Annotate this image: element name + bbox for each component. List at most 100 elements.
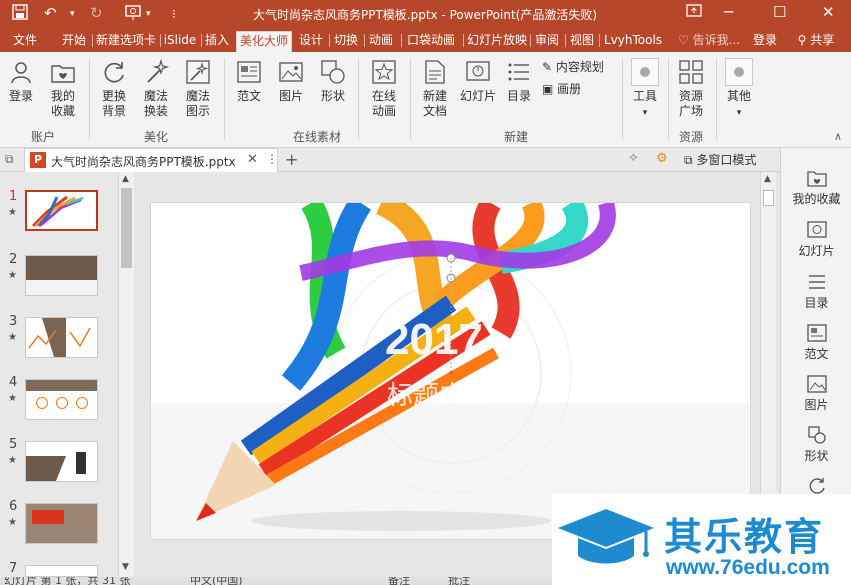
tab-menu-icon[interactable]: ⧉ bbox=[5, 152, 14, 167]
close-icon[interactable]: ✕ bbox=[822, 3, 835, 21]
maximize-icon[interactable]: ☐ bbox=[773, 3, 786, 21]
scroll-thumb[interactable] bbox=[121, 188, 132, 268]
comments-button[interactable]: 批注 bbox=[448, 577, 470, 585]
thumbnail-scrollbar[interactable]: ▲ ▼ bbox=[118, 172, 134, 577]
pane-templates[interactable]: 范文 bbox=[781, 323, 851, 362]
slide-artwork bbox=[151, 203, 750, 539]
slide-thumbnail-1[interactable] bbox=[25, 190, 98, 231]
tab-insert[interactable]: 插入 bbox=[202, 31, 232, 52]
tab-design[interactable]: 设计 bbox=[296, 31, 326, 52]
template-button[interactable]: 范文 bbox=[232, 58, 266, 104]
animation-star-icon: ★ bbox=[8, 207, 17, 218]
presenter-dropdown-icon[interactable]: ▾ bbox=[146, 9, 151, 19]
undo-dropdown-icon[interactable]: ▾ bbox=[70, 9, 75, 19]
language-text[interactable]: 中文(中国) bbox=[190, 577, 243, 585]
tab-more-icon[interactable]: ⋮ bbox=[266, 152, 278, 166]
scroll-down-icon[interactable]: ▼ bbox=[122, 562, 129, 572]
my-favorites-button[interactable]: 我的 收藏 bbox=[44, 58, 82, 119]
ribbon: 登录 我的 收藏 账户 更换 背景 魔法 换装 魔法 图示 美化 范文 图片 形… bbox=[0, 52, 851, 148]
login-button[interactable]: 登录 bbox=[4, 58, 38, 104]
change-background-button[interactable]: 更换 背景 bbox=[96, 58, 132, 119]
album-label: 画册 bbox=[557, 82, 582, 96]
document-layout-icon bbox=[806, 324, 827, 342]
slide-thumbnail-7[interactable] bbox=[25, 565, 98, 577]
tab-home[interactable]: 开始 bbox=[56, 31, 92, 52]
document-tab[interactable]: P 大气时尚杂志风商务PPT模板.pptx ✕ ⋮ bbox=[24, 148, 278, 172]
album-icon: ▣ bbox=[542, 82, 554, 96]
customize-icon[interactable]: ⁝ bbox=[172, 7, 176, 21]
tab-transitions[interactable]: 切换 bbox=[331, 31, 361, 52]
settings-gear-icon[interactable]: ⚙ bbox=[656, 151, 668, 166]
undo-icon[interactable]: ↶ bbox=[44, 4, 57, 22]
group-label-beautify: 美化 bbox=[143, 130, 168, 144]
close-tab-icon[interactable]: ✕ bbox=[247, 152, 258, 167]
slide-button[interactable]: 幻灯片 bbox=[458, 58, 498, 104]
pane-toc[interactable]: 目录 bbox=[781, 272, 851, 311]
toc-button[interactable]: 目录 bbox=[504, 58, 534, 104]
pane-slides[interactable]: 幻灯片 bbox=[781, 220, 851, 259]
login-link[interactable]: 登录 bbox=[748, 31, 782, 52]
tools-button[interactable]: 工具 ▾ bbox=[628, 58, 662, 121]
tab-file[interactable]: 文件 bbox=[4, 31, 46, 52]
online-animation-button[interactable]: 在线 动画 bbox=[366, 58, 402, 119]
other-label: 其他 bbox=[726, 89, 751, 103]
slide-thumbnail-3[interactable] bbox=[25, 317, 98, 358]
collapse-ribbon-icon[interactable]: ∧ bbox=[834, 130, 842, 143]
pane-pictures[interactable]: 图片 bbox=[781, 374, 851, 413]
slide-year[interactable]: 2017 bbox=[385, 315, 483, 365]
tab-islide[interactable]: iSlide bbox=[160, 31, 200, 52]
slide-subtitle[interactable]: 标题内容 bbox=[387, 375, 491, 412]
document-tab-bar: ⧉ P 大气时尚杂志风商务PPT模板.pptx ✕ ⋮ + ✧ ⚙ ⧉ 多窗口模… bbox=[0, 148, 780, 172]
slide-thumbnail-4[interactable] bbox=[25, 379, 98, 420]
new-document-button[interactable]: 新建 文档 bbox=[418, 58, 452, 119]
tab-new-tab[interactable]: 新建选项卡 bbox=[94, 31, 158, 52]
tab-beautify-master[interactable]: 美化大师 bbox=[236, 31, 292, 52]
multi-window-button[interactable]: ⧉ 多窗口模式 bbox=[684, 151, 756, 168]
save-icon[interactable] bbox=[12, 4, 28, 24]
magic-diagram-button[interactable]: 魔法 图示 bbox=[180, 58, 216, 119]
thumb-number: 6 bbox=[9, 499, 18, 514]
tab-slideshow[interactable]: 幻灯片放映 bbox=[466, 31, 528, 52]
notes-button[interactable]: 备注 bbox=[388, 577, 410, 585]
new-document-label-2: 文档 bbox=[422, 104, 447, 118]
redo-icon[interactable]: ↻ bbox=[90, 4, 103, 22]
slide-thumbnail-2[interactable] bbox=[25, 255, 98, 296]
resource-square-button[interactable]: 资源 广场 bbox=[674, 58, 708, 119]
tab-animations[interactable]: 动画 bbox=[366, 31, 396, 52]
slide-scroll-up-icon[interactable]: ▲ bbox=[764, 174, 771, 184]
presenter-icon[interactable] bbox=[124, 4, 144, 26]
tab-lvyhtools[interactable]: LvyhTools bbox=[601, 31, 665, 52]
new-tab-icon[interactable]: + bbox=[285, 150, 298, 169]
ribbon-display-icon[interactable] bbox=[686, 3, 702, 23]
slide-icon bbox=[466, 61, 490, 81]
list-icon bbox=[808, 275, 825, 289]
pane-my-favorites[interactable]: 我的收藏 bbox=[781, 168, 851, 207]
content-plan-button[interactable]: ✎ 内容规划 bbox=[542, 60, 622, 75]
slide-canvas[interactable]: 2017 标题内容 bbox=[150, 202, 751, 540]
picture-icon bbox=[279, 62, 303, 82]
tab-review[interactable]: 审阅 bbox=[532, 31, 562, 52]
slide-scroll-thumb[interactable] bbox=[763, 190, 774, 206]
slide-thumbnail-5[interactable] bbox=[25, 441, 98, 482]
tools-icon bbox=[631, 58, 659, 86]
animation-star-icon: ★ bbox=[8, 393, 17, 404]
pane-toc-label: 目录 bbox=[804, 296, 829, 310]
magic-outfit-button[interactable]: 魔法 换装 bbox=[138, 58, 174, 119]
slide-thumbnail-6[interactable] bbox=[25, 503, 98, 544]
shape-button[interactable]: 形状 bbox=[316, 58, 350, 104]
tools-label: 工具 bbox=[632, 89, 657, 103]
tab-pocket-animation[interactable]: 口袋动画 bbox=[404, 31, 458, 52]
pane-shapes[interactable]: 形状 bbox=[781, 425, 851, 464]
tell-me-box[interactable]: ♡ 告诉我... bbox=[674, 31, 744, 52]
magic-diagram-label-2: 图示 bbox=[185, 104, 210, 118]
tab-view[interactable]: 视图 bbox=[567, 31, 597, 52]
share-button[interactable]: ⚲ 共享 bbox=[790, 31, 842, 52]
magic-tab-icon[interactable]: ✧ bbox=[628, 151, 639, 166]
picture-button[interactable]: 图片 bbox=[274, 58, 308, 104]
other-button[interactable]: 其他 ▾ bbox=[722, 58, 756, 121]
animation-star-icon: ★ bbox=[8, 517, 17, 528]
album-button[interactable]: ▣ 画册 bbox=[542, 82, 622, 97]
person-icon: ⚲ bbox=[797, 33, 807, 47]
scroll-up-icon[interactable]: ▲ bbox=[122, 174, 129, 184]
minimize-icon[interactable]: ─ bbox=[724, 3, 733, 21]
